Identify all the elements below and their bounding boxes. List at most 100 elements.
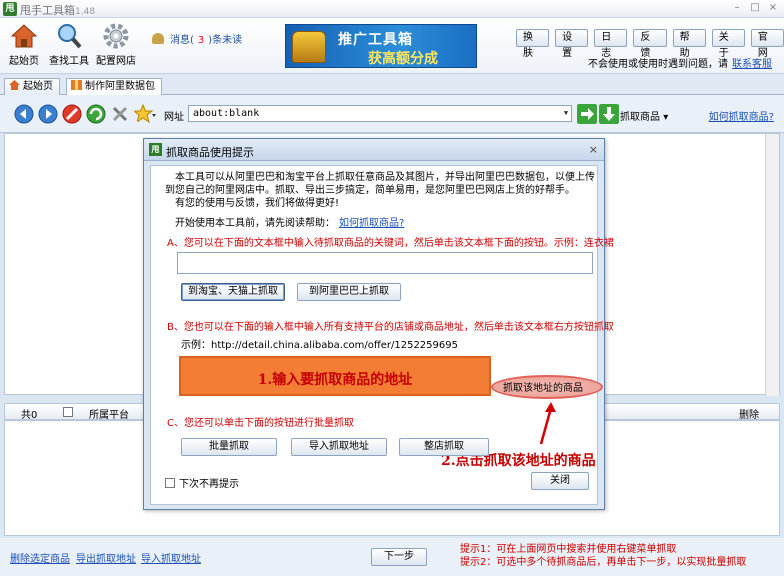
- import-grab-addresses-button[interactable]: 导入抓取地址: [291, 438, 387, 456]
- dialog-close-icon[interactable]: ×: [589, 143, 598, 156]
- grab-products-label: 抓取商品: [620, 112, 660, 123]
- dialog-intro: 本工具可以从阿里巴巴和淘宝平台上抓取任意商品及其图片，并导出阿里巴巴数据包，以便…: [165, 171, 597, 210]
- product-url-input[interactable]: 1.输入要抓取商品的地址: [179, 356, 491, 396]
- section-b-text: B、您也可以在下面的输入框中输入所有支持平台的店铺或商品地址，然后单击该文本框右…: [167, 322, 614, 333]
- keyword-input[interactable]: [177, 252, 593, 274]
- download-arrow-icon[interactable]: [599, 104, 619, 124]
- gear-icon: [103, 23, 129, 49]
- close-window-button[interactable]: ×: [766, 2, 780, 15]
- how-to-grab-help-link[interactable]: 如何抓取商品?: [339, 218, 404, 229]
- dont-show-again-checkbox[interactable]: [165, 478, 175, 488]
- help-text: 开始使用本工具前，请先阅读帮助：: [175, 218, 335, 229]
- url-input[interactable]: about:blank ▼: [188, 105, 572, 122]
- annotation-arrow-icon: [539, 402, 556, 445]
- dont-show-again[interactable]: 下次不再提示: [165, 475, 239, 490]
- how-to-grab-link[interactable]: 如何抓取商品?: [709, 108, 774, 123]
- app-title: 甩手工具箱1.48: [20, 2, 95, 18]
- platform-column-header: 所属平台: [89, 410, 129, 421]
- title-bar: 甩 甩手工具箱1.48 – □ ×: [0, 0, 784, 18]
- message-notice[interactable]: 消息(3)条未读: [152, 31, 242, 46]
- home-tool-button[interactable]: 起始页: [2, 22, 46, 67]
- app-logo-icon: 甩: [149, 143, 162, 156]
- house-icon: [10, 24, 38, 48]
- tip-2: 提示2：可选中多个待抓商品后，再单击下一步，以实现批量抓取: [460, 557, 747, 568]
- favorite-star-icon[interactable]: [134, 104, 156, 124]
- step1-annotation: 1.输入要抓取商品的地址: [257, 372, 413, 388]
- find-tool-button[interactable]: 查找工具: [47, 22, 91, 67]
- tools-icon[interactable]: [110, 104, 130, 124]
- intro-feedback: 有您的使用与反馈，我们将做得更好!: [175, 198, 340, 209]
- intro-paragraph: 本工具可以从阿里巴巴和淘宝平台上抓取任意商品及其图片，并导出阿里巴巴数据包，以便…: [165, 172, 595, 196]
- tab-ali-datapack-label: 制作阿里数据包: [85, 81, 155, 92]
- dialog-close-button[interactable]: 关闭: [531, 472, 589, 490]
- section-c-text: C、您还可以单击下面的按钮进行批量抓取: [167, 418, 354, 429]
- import-addresses-link[interactable]: 导入抓取地址: [141, 550, 201, 565]
- help-line: 开始使用本工具前，请先阅读帮助： 如何抓取商品?: [175, 214, 404, 229]
- url-dropdown-icon[interactable]: ▼: [561, 106, 571, 121]
- app-logo-icon: 甩: [3, 2, 17, 16]
- address-label: 网址: [164, 112, 184, 123]
- settings-button[interactable]: 设置: [555, 29, 589, 59]
- minimize-button[interactable]: –: [730, 2, 744, 15]
- dialog-body: 本工具可以从阿里巴巴和淘宝平台上抓取任意商品及其图片，并导出阿里巴巴数据包，以便…: [150, 165, 614, 505]
- message-suffix: )条未读: [208, 35, 243, 46]
- bottom-bar: 删除选定商品 导出抓取地址 导入抓取地址 下一步 提示1：可在上面网页中搜索并使…: [0, 538, 784, 576]
- home-tool-label: 起始页: [9, 56, 39, 67]
- support-notice: 不会使用或使用时遇到问题，请 联系客服: [588, 55, 772, 70]
- batch-grab-button[interactable]: 批量抓取: [181, 438, 277, 456]
- promo-banner[interactable]: 推广工具箱 获高额分成: [285, 24, 477, 68]
- app-name: 甩手工具箱: [20, 4, 75, 17]
- dialog-title-bar: 甩 抓取商品使用提示 ×: [144, 139, 604, 161]
- banner-line-2: 获高额分成: [368, 51, 438, 67]
- user-icon: [152, 33, 164, 44]
- select-all-checkbox[interactable]: [63, 407, 73, 417]
- grab-address-button[interactable]: 抓取该地址的商品: [503, 379, 583, 394]
- tip-1: 提示1：可在上面网页中搜索并使用右键菜单抓取: [460, 544, 677, 555]
- magnifier-icon: [58, 24, 82, 49]
- website-button[interactable]: 官网: [750, 29, 784, 59]
- about-button[interactable]: 关于: [711, 29, 745, 59]
- whole-shop-grab-button[interactable]: 整店抓取: [399, 438, 489, 456]
- log-button[interactable]: 日志: [594, 29, 628, 59]
- message-prefix: 消息(: [170, 35, 194, 46]
- support-notice-text: 不会使用或使用时遇到问题，请: [588, 59, 728, 70]
- chevron-down-icon: ▾: [663, 112, 669, 123]
- stop-icon[interactable]: [62, 104, 82, 124]
- grab-alibaba-button[interactable]: 到阿里巴巴上抓取: [297, 283, 401, 301]
- top-buttons: 换肤 设置 日志 反馈 帮助 关于 官网: [516, 29, 784, 59]
- go-arrow-icon[interactable]: [577, 104, 597, 124]
- contact-support-link[interactable]: 联系客服: [732, 59, 772, 70]
- url-example: 示例：http://detail.china.alibaba.com/offer…: [181, 340, 458, 351]
- message-count: 3: [197, 35, 205, 46]
- help-button[interactable]: 帮助: [672, 29, 706, 59]
- config-shop-button[interactable]: 配置网店: [94, 22, 138, 67]
- next-step-button[interactable]: 下一步: [371, 548, 427, 566]
- section-a-text: A、您可以在下面的文本框中输入待抓取商品的关键词，然后单击该文本框下面的按钮。示…: [167, 238, 614, 249]
- total-count: 共0: [21, 410, 38, 421]
- forward-arrow-icon[interactable]: [38, 104, 58, 124]
- maximize-button[interactable]: □: [748, 2, 762, 15]
- refresh-icon[interactable]: [86, 104, 106, 124]
- app-version: 1.48: [75, 7, 96, 17]
- grab-taobao-tmall-button[interactable]: 到淘宝、天猫上抓取: [181, 283, 285, 301]
- tab-home[interactable]: 起始页: [4, 78, 60, 95]
- house-icon: [9, 80, 20, 90]
- find-tool-label: 查找工具: [49, 56, 89, 67]
- grab-tips-dialog: 甩 抓取商品使用提示 × 本工具可以从阿里巴巴和淘宝平台上抓取任意商品及其图片，…: [143, 138, 614, 510]
- bottom-tips: 提示1：可在上面网页中搜索并使用右键菜单抓取 提示2：可选中多个待抓商品后，再单…: [460, 543, 746, 569]
- banner-line-1: 推广工具箱: [338, 32, 413, 48]
- feedback-button[interactable]: 反馈: [633, 29, 667, 59]
- delete-column-header: 删除: [739, 410, 759, 421]
- skin-button[interactable]: 换肤: [516, 29, 550, 59]
- config-shop-label: 配置网店: [96, 56, 136, 67]
- delete-selected-link[interactable]: 删除选定商品: [10, 550, 70, 565]
- dialog-title: 抓取商品使用提示: [166, 146, 254, 159]
- back-arrow-icon[interactable]: [14, 104, 34, 124]
- package-icon: [71, 80, 82, 90]
- tab-ali-datapack[interactable]: 制作阿里数据包: [66, 78, 162, 96]
- browser-scrollbar[interactable]: [765, 134, 779, 396]
- dont-show-again-label: 下次不再提示: [179, 479, 239, 490]
- export-addresses-link[interactable]: 导出抓取地址: [76, 550, 136, 565]
- grab-products-menu[interactable]: 抓取商品 ▾: [620, 108, 668, 123]
- treasure-chest-icon: [292, 31, 326, 63]
